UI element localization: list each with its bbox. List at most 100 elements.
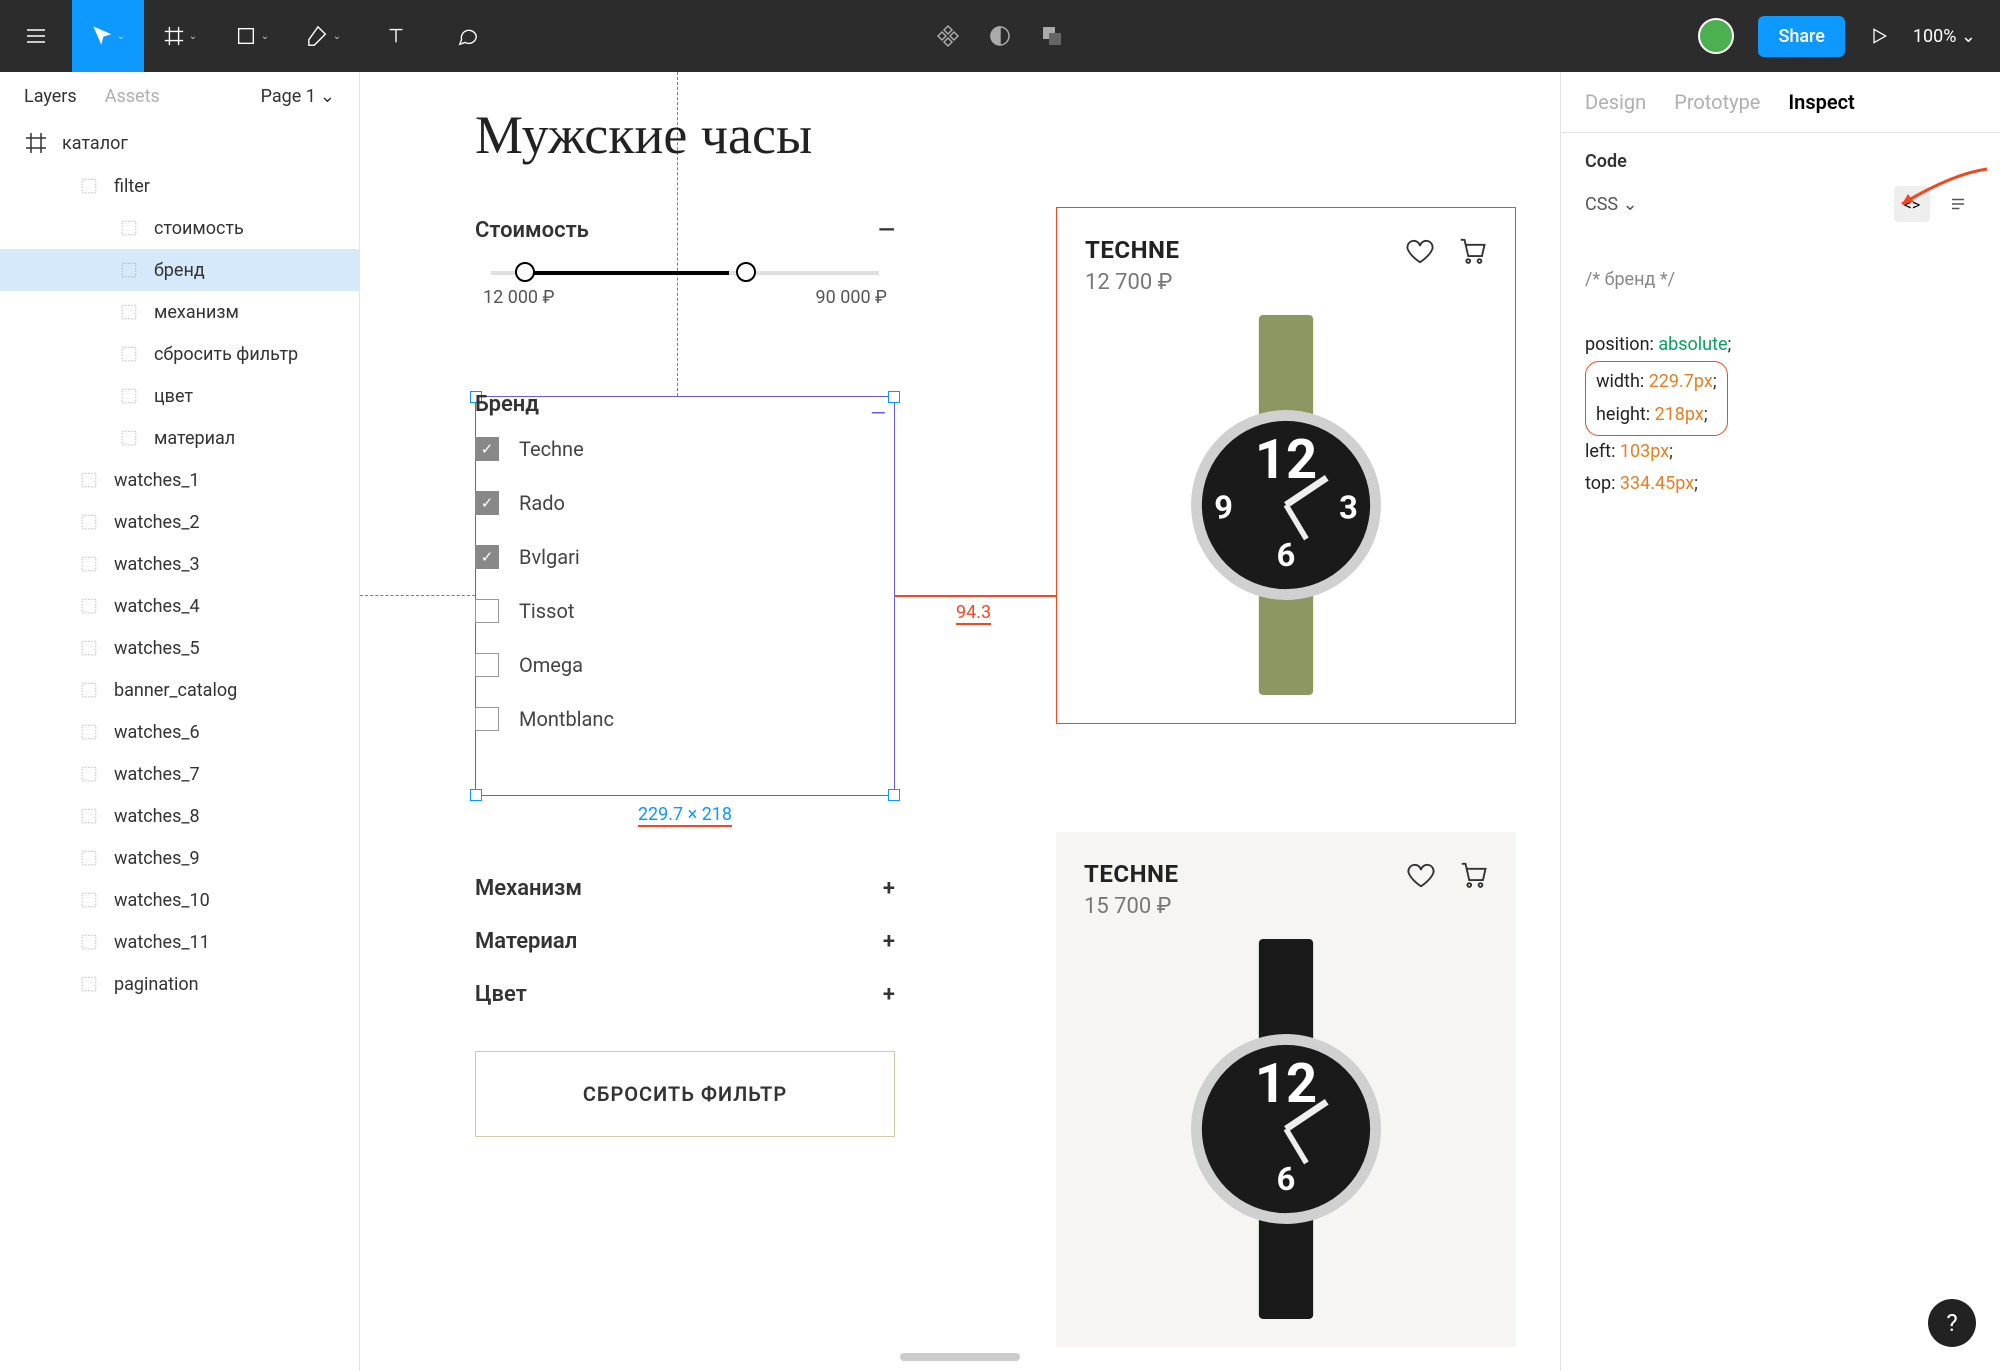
- layer-item[interactable]: watches_7: [0, 753, 359, 795]
- layer-root[interactable]: каталог: [0, 121, 359, 165]
- cart-icon[interactable]: [1457, 236, 1487, 266]
- product-card-1[interactable]: TECHNE 12 700 ₽ 12 6 9 3: [1056, 207, 1516, 724]
- tab-inspect[interactable]: Inspect: [1788, 90, 1854, 114]
- checkbox[interactable]: ✓: [475, 437, 499, 461]
- layer-item[interactable]: watches_3: [0, 543, 359, 585]
- layer-item[interactable]: механизм: [0, 291, 359, 333]
- brand-checkbox-row[interactable]: Tissot: [475, 599, 895, 623]
- svg-text:9: 9: [1214, 489, 1233, 527]
- checkbox[interactable]: [475, 653, 499, 677]
- layer-item[interactable]: watches_2: [0, 501, 359, 543]
- resize-handle-br[interactable]: [888, 789, 900, 801]
- checkbox[interactable]: ✓: [475, 545, 499, 569]
- product-price: 15 700 ₽: [1084, 894, 1178, 919]
- group-icon: [78, 889, 100, 911]
- shape-tool[interactable]: ⌄: [216, 0, 288, 72]
- checkbox[interactable]: [475, 707, 499, 731]
- page-selector[interactable]: Page 1 ⌄: [261, 86, 335, 107]
- layer-item[interactable]: watches_8: [0, 795, 359, 837]
- group-icon: [78, 931, 100, 953]
- code-block[interactable]: /* бренд */ position: absolute; width: 2…: [1561, 240, 2000, 525]
- layer-item[interactable]: watches_6: [0, 711, 359, 753]
- menu-button[interactable]: [0, 0, 72, 72]
- arrow-annotation: [1892, 164, 1992, 214]
- layer-item[interactable]: watches_1: [0, 459, 359, 501]
- group-icon: [118, 343, 140, 365]
- product-brand: TECHNE: [1085, 236, 1179, 264]
- cart-icon[interactable]: [1458, 860, 1488, 890]
- group-icon: [118, 217, 140, 239]
- layer-item[interactable]: filter: [0, 165, 359, 207]
- brand-checkbox-row[interactable]: Montblanc: [475, 707, 895, 731]
- tab-layers[interactable]: Layers: [24, 86, 77, 107]
- watch-image: 12 6: [1146, 939, 1426, 1319]
- boolean-icon[interactable]: [1040, 24, 1064, 48]
- heart-icon[interactable]: [1405, 236, 1435, 266]
- slider-max-handle[interactable]: [736, 262, 756, 282]
- tab-assets[interactable]: Assets: [105, 86, 160, 107]
- layer-item[interactable]: watches_4: [0, 585, 359, 627]
- code-lang-selector[interactable]: CSS ⌄: [1585, 194, 1638, 215]
- filter-mechanism[interactable]: Механизм+: [475, 862, 895, 915]
- rect-icon: [235, 25, 257, 47]
- checkbox[interactable]: [475, 599, 499, 623]
- layer-item[interactable]: watches_5: [0, 627, 359, 669]
- pen-tool[interactable]: ⌄: [288, 0, 360, 72]
- comment-tool[interactable]: [432, 0, 504, 72]
- collapse-icon[interactable]: —: [878, 218, 895, 243]
- layer-item[interactable]: сбросить фильтр: [0, 333, 359, 375]
- plus-icon: +: [883, 876, 895, 901]
- hamburger-icon: [24, 24, 48, 48]
- layer-item[interactable]: материал: [0, 417, 359, 459]
- group-icon: [78, 553, 100, 575]
- comment-icon: [457, 25, 479, 47]
- help-button[interactable]: ?: [1928, 1299, 1976, 1347]
- text-icon: [385, 25, 407, 47]
- group-icon: [118, 301, 140, 323]
- tab-prototype[interactable]: Prototype: [1674, 90, 1760, 114]
- product-card-2[interactable]: TECHNE 15 700 ₽ 12 6: [1056, 832, 1516, 1347]
- layer-item[interactable]: цвет: [0, 375, 359, 417]
- layer-item[interactable]: бренд: [0, 249, 359, 291]
- group-icon: [78, 847, 100, 869]
- heart-icon[interactable]: [1406, 860, 1436, 890]
- brand-checkbox-row[interactable]: ✓Techne: [475, 437, 895, 461]
- text-tool[interactable]: [360, 0, 432, 72]
- layer-item[interactable]: watches_11: [0, 921, 359, 963]
- layer-item[interactable]: watches_10: [0, 879, 359, 921]
- layers-panel: Layers Assets Page 1 ⌄ каталог filter ст…: [0, 72, 360, 1371]
- highlighted-code: width: 229.7px; height: 218px;: [1585, 361, 1728, 436]
- layer-item[interactable]: стоимость: [0, 207, 359, 249]
- layer-item[interactable]: watches_9: [0, 837, 359, 879]
- brand-checkbox-row[interactable]: ✓Rado: [475, 491, 895, 515]
- mask-icon[interactable]: [988, 24, 1012, 48]
- components-icon[interactable]: [936, 24, 960, 48]
- price-slider[interactable]: [491, 271, 879, 275]
- layer-item[interactable]: banner_catalog: [0, 669, 359, 711]
- scrollbar[interactable]: [900, 1353, 1020, 1361]
- zoom-level[interactable]: 100% ⌄: [1913, 26, 1976, 47]
- svg-text:12: 12: [1255, 429, 1317, 492]
- tab-design[interactable]: Design: [1585, 90, 1646, 114]
- layer-item[interactable]: pagination: [0, 963, 359, 1005]
- canvas[interactable]: Мужские часы Стоимость — 12 000 ₽ 90 000…: [360, 72, 1560, 1371]
- play-icon[interactable]: [1869, 26, 1889, 46]
- filter-material[interactable]: Материал+: [475, 915, 895, 968]
- move-tool[interactable]: ⌄: [72, 0, 144, 72]
- frame-tool[interactable]: ⌄: [144, 0, 216, 72]
- svg-text:12: 12: [1255, 1053, 1317, 1116]
- avatar[interactable]: [1698, 18, 1734, 54]
- brand-checkbox-row[interactable]: ✓Bvlgari: [475, 545, 895, 569]
- reset-filter-button[interactable]: СБРОСИТЬ ФИЛЬТР: [475, 1051, 895, 1137]
- slider-min-handle[interactable]: [515, 262, 535, 282]
- checkbox[interactable]: ✓: [475, 491, 499, 515]
- price-label: Стоимость: [475, 218, 589, 243]
- pen-icon: [307, 25, 329, 47]
- distance-line: [895, 595, 1056, 597]
- brand-checkbox-row[interactable]: Omega: [475, 653, 895, 677]
- share-button[interactable]: Share: [1758, 16, 1844, 57]
- brand-label: Бренд: [475, 392, 895, 417]
- filter-color[interactable]: Цвет+: [475, 968, 895, 1021]
- group-icon: [78, 595, 100, 617]
- resize-handle-bl[interactable]: [470, 789, 482, 801]
